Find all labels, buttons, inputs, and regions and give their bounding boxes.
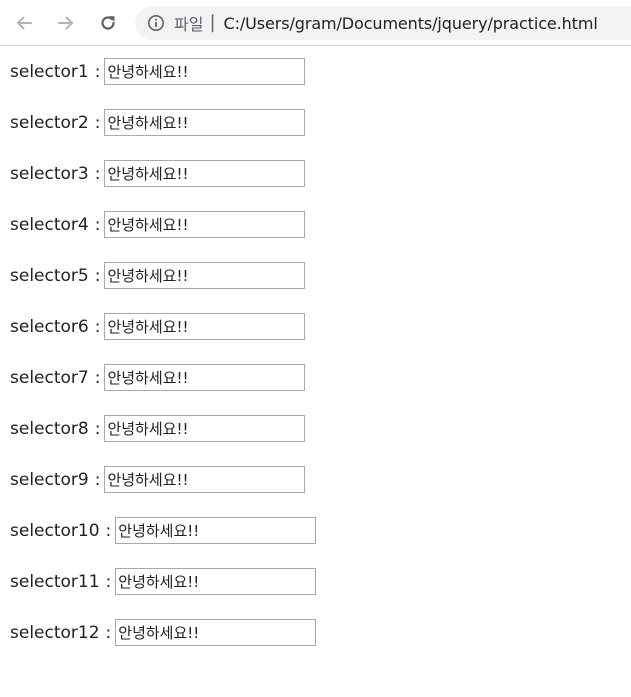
selector-input[interactable] bbox=[104, 262, 306, 289]
selector-input[interactable] bbox=[104, 313, 306, 340]
url-separator: | bbox=[209, 11, 216, 33]
selector-input[interactable] bbox=[104, 160, 306, 187]
colon: : bbox=[105, 520, 112, 541]
selector-row-1: selector1 : bbox=[10, 58, 610, 85]
selector-label: selector3 bbox=[10, 163, 89, 184]
selector-label: selector10 bbox=[10, 520, 100, 541]
address-bar[interactable]: 파일 | C:/Users/gram/Documents/jquery/prac… bbox=[135, 6, 631, 40]
selector-label: selector7 bbox=[10, 367, 89, 388]
colon: : bbox=[105, 571, 112, 592]
selector-label: selector8 bbox=[10, 418, 89, 439]
selector-row-8: selector8 : bbox=[10, 415, 610, 442]
selector-row-12: selector12 : bbox=[10, 619, 610, 646]
colon: : bbox=[105, 622, 112, 643]
colon: : bbox=[94, 316, 101, 337]
selector-label: selector9 bbox=[10, 469, 89, 490]
selector-label: selector4 bbox=[10, 214, 89, 235]
selector-label: selector2 bbox=[10, 112, 89, 133]
selector-row-4: selector4 : bbox=[10, 211, 610, 238]
selector-input[interactable] bbox=[115, 568, 317, 595]
colon: : bbox=[94, 61, 101, 82]
arrow-left-icon[interactable] bbox=[10, 9, 38, 37]
selector-input[interactable] bbox=[104, 466, 306, 493]
colon: : bbox=[94, 469, 101, 490]
selector-input[interactable] bbox=[104, 109, 306, 136]
colon: : bbox=[94, 214, 101, 235]
colon: : bbox=[94, 367, 101, 388]
page-content: selector1 : selector2 : selector3 : sele… bbox=[10, 58, 610, 670]
selector-row-9: selector9 : bbox=[10, 466, 610, 493]
url-text: C:/Users/gram/Documents/jquery/practice.… bbox=[223, 13, 598, 33]
selector-input[interactable] bbox=[115, 517, 317, 544]
selector-input[interactable] bbox=[104, 211, 306, 238]
scheme-label: 파일 bbox=[174, 15, 204, 34]
selector-row-2: selector2 : bbox=[10, 109, 610, 136]
selector-input[interactable] bbox=[115, 619, 317, 646]
selector-label: selector6 bbox=[10, 316, 89, 337]
selector-input[interactable] bbox=[104, 364, 306, 391]
selector-input[interactable] bbox=[104, 415, 306, 442]
selector-row-11: selector11 : bbox=[10, 568, 610, 595]
selector-row-5: selector5 : bbox=[10, 262, 610, 289]
colon: : bbox=[94, 265, 101, 286]
colon: : bbox=[94, 418, 101, 439]
reload-icon[interactable] bbox=[94, 9, 122, 37]
browser-toolbar: 파일 | C:/Users/gram/Documents/jquery/prac… bbox=[0, 0, 631, 46]
arrow-right-icon[interactable] bbox=[52, 9, 80, 37]
info-icon[interactable] bbox=[147, 14, 165, 32]
selector-row-3: selector3 : bbox=[10, 160, 610, 187]
selector-label: selector11 bbox=[10, 571, 100, 592]
colon: : bbox=[94, 163, 101, 184]
selector-row-7: selector7 : bbox=[10, 364, 610, 391]
selector-input[interactable] bbox=[104, 58, 306, 85]
selector-label: selector5 bbox=[10, 265, 89, 286]
selector-label: selector12 bbox=[10, 622, 100, 643]
colon: : bbox=[94, 112, 101, 133]
selector-row-6: selector6 : bbox=[10, 313, 610, 340]
selector-row-10: selector10 : bbox=[10, 517, 610, 544]
selector-label: selector1 bbox=[10, 61, 89, 82]
